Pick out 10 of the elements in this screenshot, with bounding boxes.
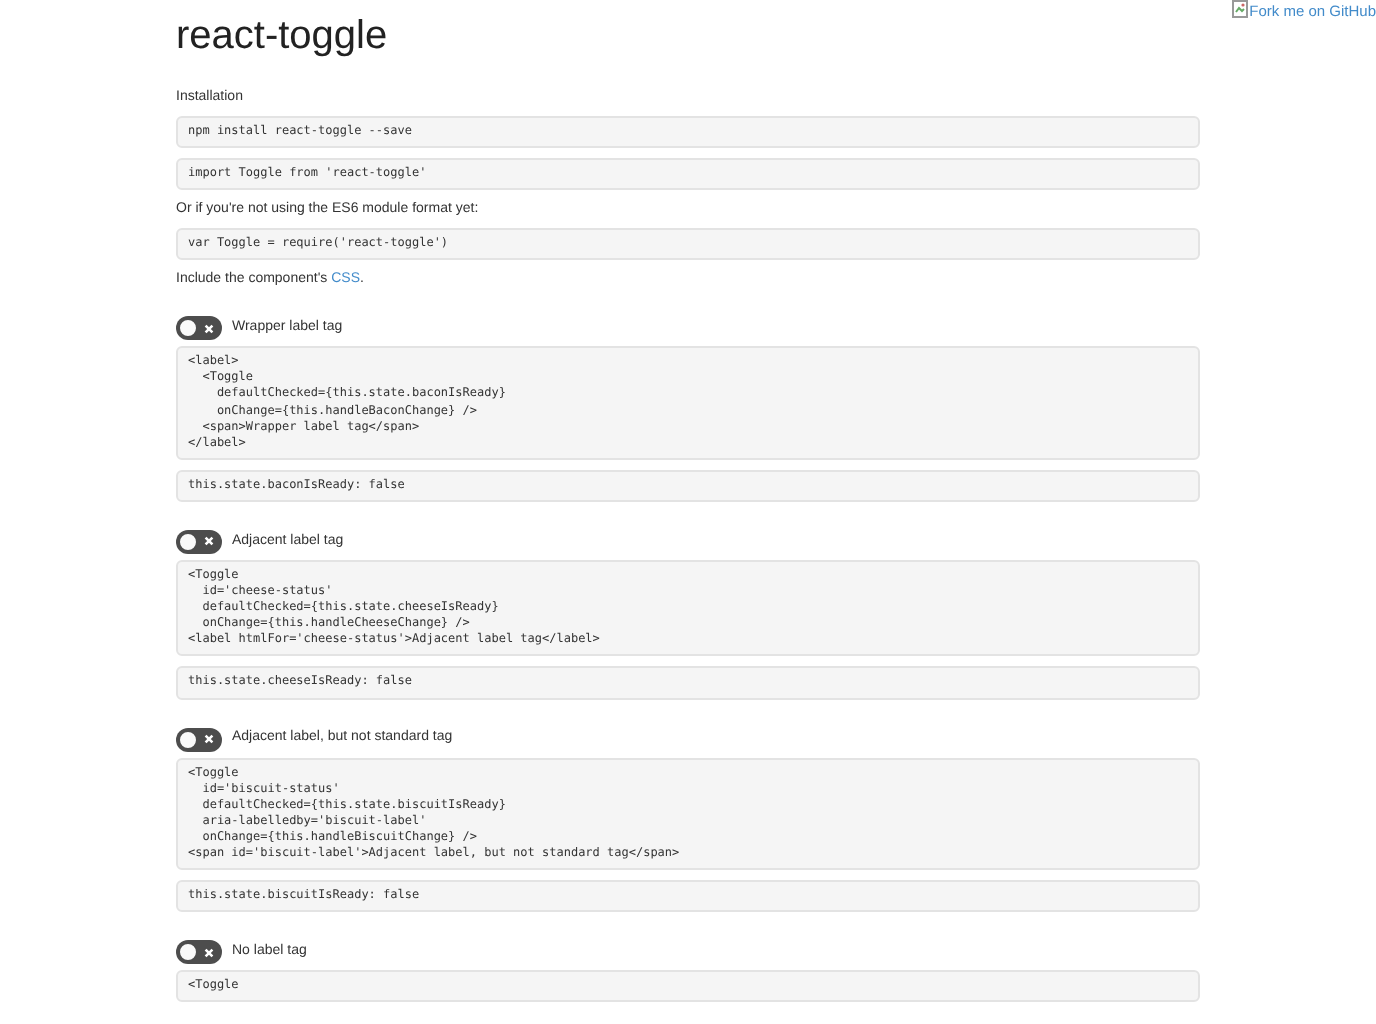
toggle-switch[interactable] bbox=[176, 940, 222, 965]
close-icon bbox=[204, 947, 214, 958]
toggle-switch[interactable] bbox=[176, 316, 222, 341]
broken-image-icon bbox=[1231, 0, 1248, 18]
close-icon bbox=[204, 536, 214, 547]
close-icon bbox=[204, 323, 214, 334]
page-title: react-toggle bbox=[176, 12, 390, 60]
toggle-switch[interactable] bbox=[176, 529, 222, 554]
close-icon bbox=[204, 734, 214, 744]
toggle-switch[interactable] bbox=[176, 727, 222, 751]
